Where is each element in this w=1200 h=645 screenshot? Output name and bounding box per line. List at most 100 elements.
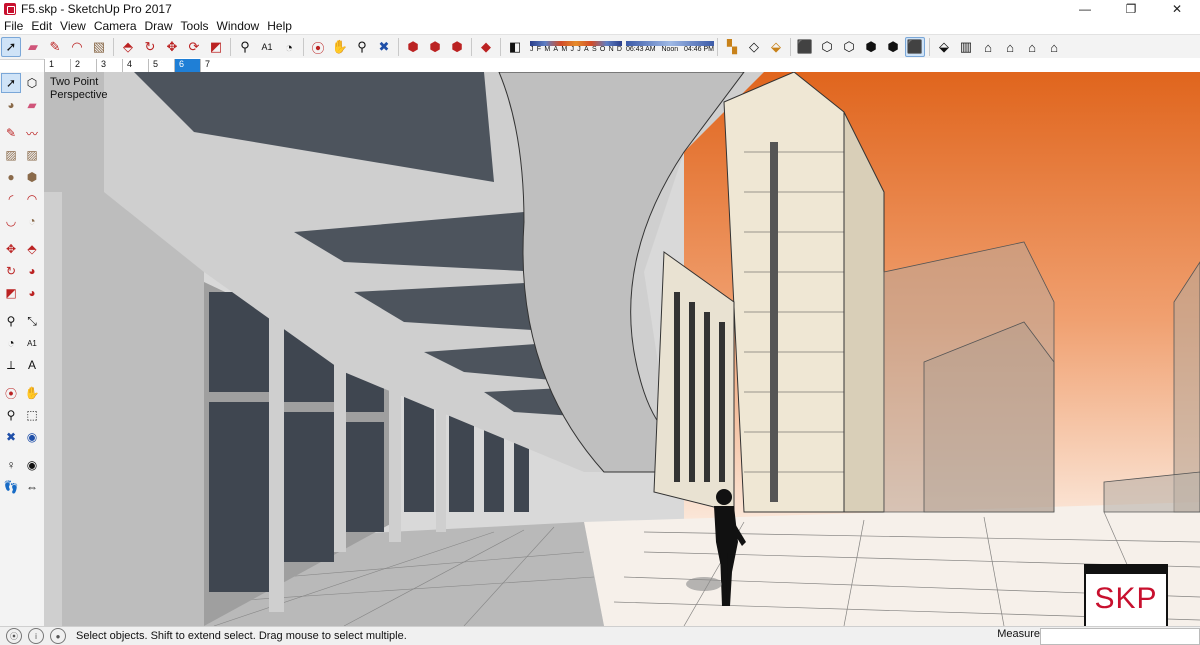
orbit-icon[interactable]: ⦿ — [308, 37, 328, 57]
push-pull-icon[interactable]: ⬘ — [22, 239, 42, 259]
wireframe-icon[interactable]: ⬡ — [817, 37, 837, 57]
previous-view-icon[interactable]: ◉ — [22, 427, 42, 447]
scene-tab-5[interactable]: 5 — [148, 59, 174, 72]
make-component-icon[interactable]: ⬡ — [22, 73, 42, 93]
text-icon[interactable]: A1 — [257, 37, 277, 57]
eraser-icon[interactable]: ▰ — [22, 95, 42, 115]
pan-icon[interactable]: ✋ — [330, 37, 350, 57]
polygon-icon[interactable]: ⬢ — [22, 167, 42, 187]
select-icon[interactable]: ➚ — [1, 73, 21, 93]
minimize-button[interactable]: — — [1062, 0, 1108, 18]
move-icon[interactable]: ✥ — [1, 239, 21, 259]
scene-tab-6[interactable]: 6 — [174, 59, 200, 72]
rotate-icon[interactable]: ↻ — [1, 261, 21, 281]
scene-tab-4[interactable]: 4 — [122, 59, 148, 72]
offset-icon[interactable]: ◕ — [22, 283, 42, 303]
zoom-window-icon[interactable]: ⬚ — [22, 405, 42, 425]
zoom-icon[interactable]: ⚲ — [352, 37, 372, 57]
arc-icon[interactable]: ◠ — [67, 37, 87, 57]
protractor-icon[interactable]: ◔ — [1, 333, 21, 353]
look-around-icon[interactable]: ◉ — [22, 455, 42, 475]
3d-text-icon[interactable]: A — [22, 355, 42, 375]
back-view-icon[interactable]: ⌂ — [1022, 37, 1042, 57]
scene-tab-7[interactable]: 7 — [200, 59, 226, 72]
menu-camera[interactable]: Camera — [90, 19, 141, 33]
orbit-icon[interactable]: ⦿ — [1, 383, 21, 403]
walk-icon[interactable]: 👣 — [1, 477, 21, 497]
freehand-icon[interactable]: 〰 — [22, 123, 42, 143]
menu-help[interactable]: Help — [263, 19, 296, 33]
zoom-extents-icon[interactable]: ✖ — [374, 37, 394, 57]
axes-icon[interactable]: ⟂ — [1, 355, 21, 375]
menu-tools[interactable]: Tools — [177, 19, 213, 33]
shaded-icon[interactable]: ⬢ — [861, 37, 881, 57]
paint-bucket-icon[interactable]: ▧ — [89, 37, 109, 57]
tape-measure-icon[interactable]: ⚲ — [235, 37, 255, 57]
shadow-settings[interactable]: JFMAMJJASOND 06:43 AM Noon 04:46 PM — [528, 37, 714, 57]
follow-me-icon[interactable]: ⟳ — [184, 37, 204, 57]
scene-tab-2[interactable]: 2 — [70, 59, 96, 72]
two-point-arc-icon[interactable]: ◠ — [22, 189, 42, 209]
warehouse-icon[interactable]: ⬢ — [403, 37, 423, 57]
camera-view-label: Two Point Perspective — [50, 76, 108, 101]
rectangle-icon[interactable]: ▨ — [1, 145, 21, 165]
eraser-icon[interactable]: ▰ — [23, 37, 43, 57]
user-icon[interactable]: ● — [50, 628, 66, 644]
menu-file[interactable]: File — [0, 19, 27, 33]
main-toolbar: ➚ ▰ ✎ ◠ ▧ ⬘ ↻ ✥ ⟳ ◩ ⚲ A1 ◔ ⦿ ✋ ⚲ ✖ ⬢ ⬢ ⬢… — [0, 34, 1200, 60]
dimension-icon[interactable]: ⤡ — [22, 311, 42, 331]
extension-icon[interactable]: ⬢ — [425, 37, 445, 57]
section-plane-icon[interactable]: ⇔ — [22, 477, 42, 497]
credits-icon[interactable]: i — [28, 628, 44, 644]
textured-icon[interactable]: ⬢ — [883, 37, 903, 57]
shadows-toggle-icon[interactable]: ◧ — [505, 37, 525, 57]
measurements-field[interactable] — [1040, 628, 1200, 645]
protractor-icon[interactable]: ◔ — [279, 37, 299, 57]
scene-tab-1[interactable]: 1 — [44, 59, 70, 72]
section-plane-icon[interactable]: ▚ — [722, 37, 742, 57]
geolocation-icon[interactable]: ⦿ — [6, 628, 22, 644]
push-pull-icon[interactable]: ⬘ — [118, 37, 138, 57]
scale-icon[interactable]: ◩ — [1, 283, 21, 303]
monochrome-icon[interactable]: ⬛ — [905, 37, 925, 57]
iso-view-icon[interactable]: ⬙ — [934, 37, 954, 57]
move-icon[interactable]: ✥ — [162, 37, 182, 57]
zoom-extents-icon[interactable]: ✖ — [1, 427, 21, 447]
line-icon[interactable]: ✎ — [1, 123, 21, 143]
title-bar: F5.skp - SketchUp Pro 2017 — ❐ ✕ — [0, 0, 1200, 18]
rotate-icon[interactable]: ↻ — [140, 37, 160, 57]
follow-me-icon[interactable]: ◕ — [22, 261, 42, 281]
menu-window[interactable]: Window — [213, 19, 264, 33]
menu-edit[interactable]: Edit — [27, 19, 56, 33]
paint-bucket-icon[interactable]: ◕ — [1, 95, 21, 115]
scene-tab-3[interactable]: 3 — [96, 59, 122, 72]
xray-icon[interactable]: ⬛ — [795, 37, 815, 57]
scale-icon[interactable]: ◩ — [206, 37, 226, 57]
top-view-icon[interactable]: ▥ — [956, 37, 976, 57]
layout-icon[interactable]: ⬢ — [447, 37, 467, 57]
ruby-icon[interactable]: ◆ — [476, 37, 496, 57]
component-icon[interactable]: ⬙ — [766, 37, 786, 57]
left-view-icon[interactable]: ⌂ — [1044, 37, 1064, 57]
restore-button[interactable]: ❐ — [1108, 0, 1154, 18]
zoom-icon[interactable]: ⚲ — [1, 405, 21, 425]
three-point-arc-icon[interactable]: ◡ — [1, 211, 21, 231]
pan-icon[interactable]: ✋ — [22, 383, 42, 403]
position-camera-icon[interactable]: ♀ — [1, 455, 21, 475]
rotated-rectangle-icon[interactable]: ▨ — [22, 145, 42, 165]
modeling-viewport[interactable]: Two Point Perspective — [44, 72, 1200, 626]
arc-icon[interactable]: ◜ — [1, 189, 21, 209]
right-view-icon[interactable]: ⌂ — [1000, 37, 1020, 57]
pencil-icon[interactable]: ✎ — [45, 37, 65, 57]
close-button[interactable]: ✕ — [1154, 0, 1200, 18]
section-display-icon[interactable]: ◇ — [744, 37, 764, 57]
hidden-line-icon[interactable]: ⬡ — [839, 37, 859, 57]
tape-measure-icon[interactable]: ⚲ — [1, 311, 21, 331]
menu-view[interactable]: View — [56, 19, 90, 33]
select-icon[interactable]: ➚ — [1, 37, 21, 57]
pie-icon[interactable]: ◔ — [22, 211, 42, 231]
menu-draw[interactable]: Draw — [141, 19, 177, 33]
front-view-icon[interactable]: ⌂ — [978, 37, 998, 57]
circle-icon[interactable]: ● — [1, 167, 21, 187]
text-icon[interactable]: A1 — [22, 333, 42, 353]
